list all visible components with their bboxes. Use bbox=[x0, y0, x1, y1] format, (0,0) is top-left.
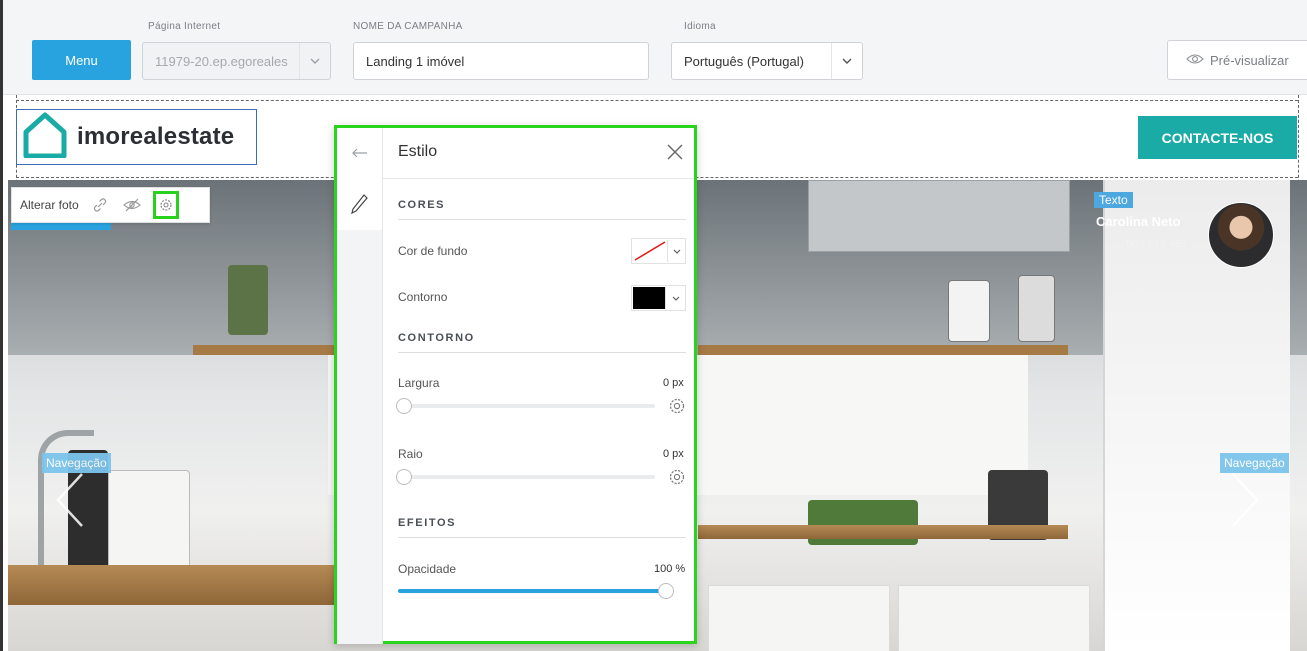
section-divider bbox=[398, 352, 686, 353]
eye-icon bbox=[1186, 53, 1204, 68]
chevron-down-icon bbox=[667, 240, 685, 262]
hero-coffee-pot bbox=[1018, 275, 1055, 342]
style-panel-sidebar bbox=[337, 178, 383, 644]
radius-slider-knob[interactable] bbox=[396, 469, 412, 485]
chevron-down-icon bbox=[665, 287, 685, 309]
agent-phone: 900 526 483 bbox=[1126, 238, 1188, 250]
hero-shelf bbox=[698, 345, 1068, 355]
hero-upper-cabinet bbox=[808, 180, 1070, 252]
no-color-swatch bbox=[633, 240, 667, 262]
language-label: Idioma bbox=[684, 21, 716, 32]
opacity-slider[interactable] bbox=[398, 583, 674, 599]
agent-card[interactable]: Texto Carolina Neto 900 526 483 bbox=[1090, 190, 1300, 270]
eye-hidden-icon[interactable] bbox=[121, 194, 143, 216]
link-icon[interactable] bbox=[89, 194, 111, 216]
bg-color-picker[interactable] bbox=[631, 238, 686, 264]
width-slider-knob[interactable] bbox=[396, 398, 412, 414]
opacity-slider-knob[interactable] bbox=[658, 583, 674, 599]
colors-section-title: CORES bbox=[398, 199, 446, 211]
hero-mug bbox=[948, 280, 990, 342]
radius-label: Raio bbox=[398, 447, 423, 461]
campaign-name-input[interactable] bbox=[353, 42, 649, 80]
close-icon[interactable] bbox=[663, 140, 687, 164]
gear-icon bbox=[160, 199, 172, 211]
change-photo-button[interactable]: Alterar foto bbox=[20, 198, 79, 212]
selection-indicator bbox=[11, 222, 111, 230]
contact-button[interactable]: CONTACTE-NOS bbox=[1138, 116, 1297, 159]
gear-icon[interactable] bbox=[667, 396, 687, 416]
bg-color-label: Cor de fundo bbox=[398, 244, 468, 258]
hero-counter-right bbox=[698, 525, 1068, 539]
width-slider[interactable] bbox=[396, 398, 655, 414]
language-select-value: Português (Portugal) bbox=[684, 53, 804, 69]
site-select-value: 11979-20.ep.egoreales bbox=[155, 53, 288, 69]
agent-avatar bbox=[1208, 202, 1274, 268]
chevron-left-icon[interactable] bbox=[50, 470, 90, 530]
hero-shelf bbox=[193, 345, 338, 355]
campaign-label: NOME DA CAMPANHA bbox=[353, 21, 463, 32]
site-select[interactable]: 11979-20.ep.egoreales bbox=[142, 42, 331, 80]
language-select[interactable]: Português (Portugal) bbox=[671, 42, 863, 80]
site-logo[interactable]: imorealestate bbox=[16, 109, 257, 165]
opacity-value: 100 % bbox=[654, 563, 686, 575]
section-divider bbox=[398, 219, 686, 220]
menu-button[interactable]: Menu bbox=[32, 40, 131, 80]
chevron-down-icon bbox=[299, 43, 330, 79]
section-guide-top bbox=[16, 100, 1298, 101]
gear-icon[interactable] bbox=[667, 467, 687, 487]
effects-section-title: EFEITOS bbox=[398, 517, 457, 529]
border-color-picker[interactable] bbox=[631, 285, 686, 311]
site-label: Página Internet bbox=[148, 21, 221, 32]
style-panel-title: Estilo bbox=[398, 143, 438, 160]
section-divider bbox=[398, 537, 686, 538]
radius-slider[interactable] bbox=[396, 469, 655, 485]
preview-label: Pré-visualizar bbox=[1210, 52, 1289, 68]
border-section-title: CONTORNO bbox=[398, 332, 475, 344]
style-panel-header: Estilo bbox=[337, 128, 694, 179]
hero-lower-cabinet bbox=[708, 585, 890, 651]
preview-button[interactable]: Pré-visualizar bbox=[1167, 40, 1307, 80]
width-label: Largura bbox=[398, 376, 440, 390]
style-panel: Estilo CORES Cor de fundo Contorno CONTO… bbox=[334, 125, 697, 644]
editor-topbar: Menu Página Internet 11979-20.ep.egoreal… bbox=[3, 0, 1307, 95]
back-arrow-icon[interactable] bbox=[337, 128, 383, 178]
hero-counter bbox=[8, 565, 348, 605]
width-value: 0 px bbox=[663, 377, 684, 389]
pencil-icon[interactable] bbox=[337, 178, 382, 230]
border-color-label: Contorno bbox=[398, 290, 448, 304]
text-tag[interactable]: Texto bbox=[1094, 192, 1133, 208]
chevron-down-icon bbox=[831, 43, 862, 79]
opacity-slider-fill bbox=[398, 589, 666, 593]
hero-jar bbox=[108, 470, 190, 572]
house-logo-icon bbox=[23, 112, 67, 163]
photo-toolbar: Alterar foto bbox=[11, 187, 210, 223]
chevron-right-icon[interactable] bbox=[1225, 470, 1265, 530]
logo-text: imorealestate bbox=[77, 123, 235, 150]
hero-lower-cabinet bbox=[898, 585, 1090, 651]
settings-button[interactable] bbox=[152, 191, 179, 219]
hero-plant bbox=[228, 265, 268, 335]
agent-name: Carolina Neto bbox=[1096, 214, 1181, 229]
black-color-swatch bbox=[633, 287, 666, 309]
radius-value: 0 px bbox=[663, 448, 684, 460]
opacity-label: Opacidade bbox=[398, 562, 457, 576]
